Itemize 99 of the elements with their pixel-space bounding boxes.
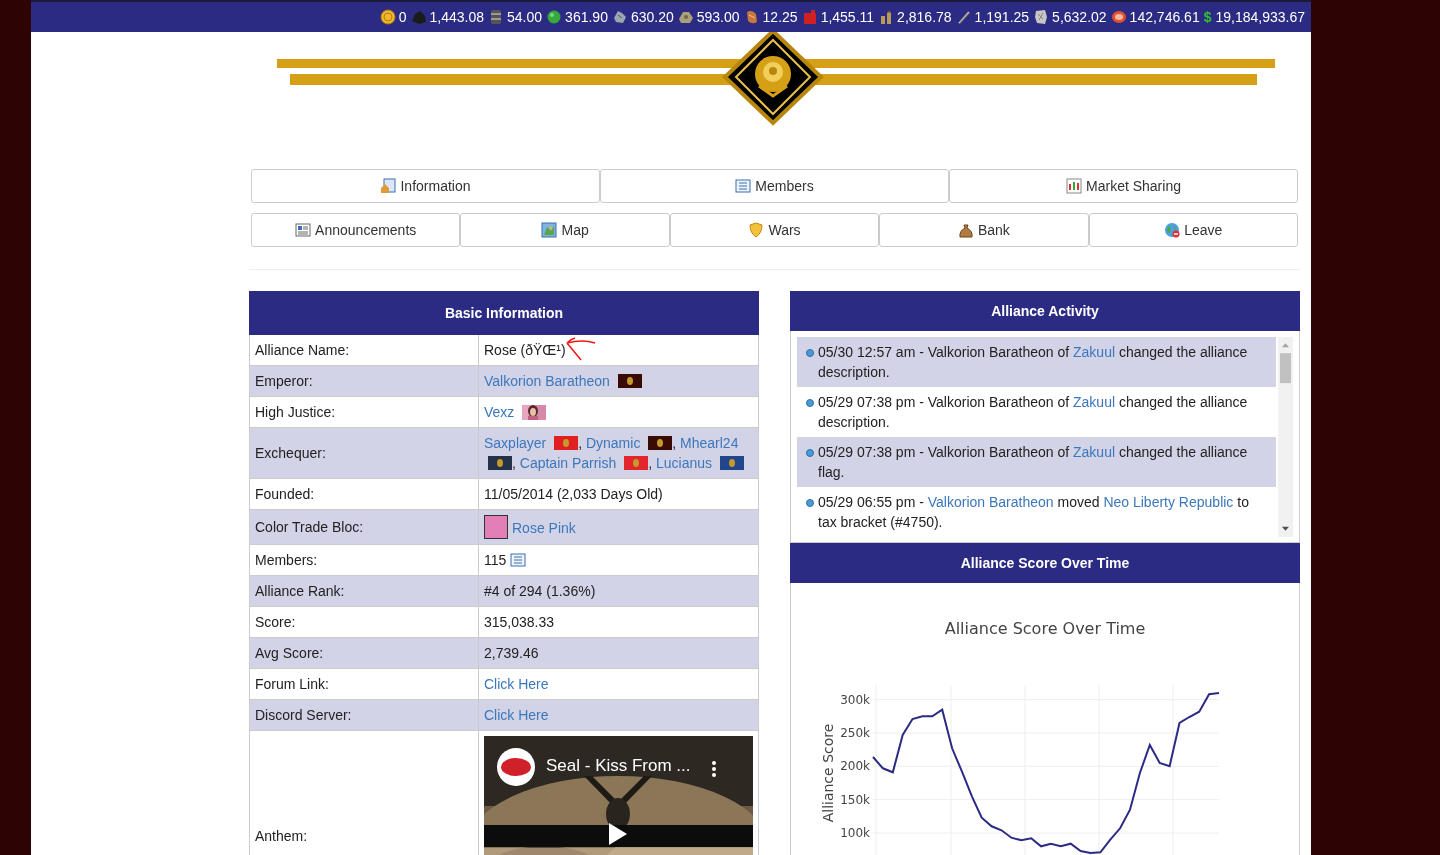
nav-button[interactable]: Information — [251, 169, 600, 203]
entity-link[interactable]: Zakuul — [1073, 394, 1116, 410]
bullet-icon — [806, 349, 814, 357]
entity-link[interactable]: Neo Liberty Republic — [1103, 494, 1234, 510]
activity-entry: 05/29 07:38 pm - Valkorion Baratheon of Zakuul changed the alliance description. — [818, 393, 1249, 432]
field-value: Rose (ðŸŒ¹) — [484, 342, 566, 358]
fuel-can-icon — [801, 9, 818, 25]
player-link[interactable]: Click Here — [484, 676, 549, 692]
field-label: Members: — [249, 544, 479, 576]
player-link[interactable]: Saxplayer — [484, 435, 547, 451]
field-value: 315,038.33 — [484, 614, 555, 630]
money-bag-icon — [957, 222, 974, 238]
ore-icon — [677, 9, 694, 25]
player-link[interactable]: Mhearl24 — [680, 435, 739, 451]
field-label: Founded: — [249, 478, 479, 510]
chart-icon — [1066, 178, 1083, 194]
rock-icon — [410, 9, 427, 25]
nav-button[interactable]: Market Sharing — [949, 169, 1298, 203]
bullet-icon — [806, 499, 814, 507]
list-icon — [510, 552, 527, 568]
field-label: Avg Score: — [249, 637, 479, 669]
field-label: Discord Server: — [249, 699, 479, 731]
resource-amount: 593.00 — [696, 9, 740, 25]
field-label: Alliance Rank: — [249, 575, 479, 607]
ore-icon — [611, 9, 628, 25]
resource-amount: 2,816.78 — [897, 9, 952, 25]
field-label: Forum Link: — [249, 668, 479, 700]
resource-amount: 12.25 — [762, 9, 798, 25]
nav-button[interactable]: Leave — [1088, 213, 1299, 247]
beam-icon — [955, 9, 972, 25]
field-label: Exchequer: — [249, 427, 479, 479]
tick-label: 150k — [840, 792, 870, 807]
field-label: Alliance Name: — [249, 334, 479, 366]
resource-amount: 0 — [398, 9, 407, 25]
chart-title: Alliance Score Over Time — [944, 619, 1146, 638]
field-value: 2,739.46 — [484, 645, 539, 661]
currency-symbol: $ — [1203, 9, 1212, 25]
entity-link[interactable]: Zakuul — [1073, 344, 1116, 360]
tick-label: 100k — [840, 826, 870, 840]
list-icon — [735, 178, 752, 194]
resource-amount: 1,443.08 — [429, 9, 485, 25]
tick-label: 200k — [840, 759, 870, 774]
more-options-icon[interactable] — [711, 760, 717, 778]
resource-amount: 54.00 — [507, 9, 543, 25]
comma-text: , — [512, 455, 516, 471]
nav-button[interactable]: Bank — [879, 213, 1089, 247]
player-link[interactable]: Rose Pink — [512, 520, 576, 536]
document-icon — [295, 222, 312, 238]
field-value: 115 — [484, 552, 507, 568]
activity-entry: 05/29 06:55 pm - Valkorion Baratheon moved Neo Liberty Republic to tax bracket (#4750). — [818, 493, 1250, 532]
player-link[interactable]: Click Here — [484, 707, 549, 723]
field-label: Anthem: — [249, 730, 479, 855]
channel-logo-icon — [497, 748, 535, 786]
table-header: Basic Information — [249, 291, 759, 335]
nav-button[interactable]: Announcements — [251, 213, 461, 247]
comma-text: , — [672, 435, 677, 451]
resource-amount: 5,632.02 — [1052, 9, 1107, 25]
bullet-icon — [806, 449, 814, 457]
gem-icon — [546, 9, 563, 25]
player-link[interactable]: Vexz — [484, 404, 515, 420]
coin-icon — [379, 9, 396, 25]
activity-entry: 05/29 07:38 pm - Valkorion Baratheon of Zakuul changed the alliance flag. — [818, 443, 1249, 482]
bullet-icon — [806, 399, 814, 407]
comma-text: , — [578, 435, 583, 451]
field-label: Score: — [249, 606, 479, 638]
field-label: Color Trade Bloc: — [249, 509, 479, 545]
shield-icon — [748, 222, 765, 238]
tick-label: 300k — [840, 692, 870, 707]
resource-amount: 1,455.11 — [820, 9, 875, 25]
resource-amount: 361.90 — [565, 9, 608, 25]
field-label: Emperor: — [249, 365, 479, 397]
field-value: 11/05/2014 (2,033 Days Old) — [484, 486, 663, 502]
entity-link[interactable]: Valkorion Baratheon — [927, 494, 1054, 510]
resource-amount: 1,191.25 — [974, 9, 1030, 25]
field-label: High Justice: — [249, 396, 479, 428]
nav-button[interactable]: Map — [460, 213, 670, 247]
activity-entry: 05/30 12:57 am - Valkorion Baratheon of Zakuul changed the alliance description. — [818, 343, 1249, 382]
axis-title: Alliance Score — [820, 723, 836, 823]
nav-button[interactable]: Wars — [669, 213, 880, 247]
entity-link[interactable]: Zakuul — [1073, 444, 1116, 460]
video-title[interactable]: Seal - Kiss From ... — [546, 756, 691, 776]
player-link[interactable]: Dynamic — [585, 435, 641, 451]
field-value: #4 of 294 (1.36%) — [484, 583, 596, 599]
map-icon — [541, 222, 558, 238]
panel-header: Alliance Score Over Time — [790, 543, 1300, 583]
play-icon[interactable] — [608, 822, 628, 846]
resource-amount: 630.20 — [630, 9, 674, 25]
player-link[interactable]: Captain Parrish — [519, 455, 617, 471]
scrap-icon — [1033, 9, 1050, 25]
resource-amount: 142,746.61 — [1129, 9, 1200, 25]
resource-amount: 19,184,933.67 — [1215, 9, 1305, 25]
player-link[interactable]: Lucianus — [655, 455, 712, 471]
panel-header: Alliance Activity — [790, 291, 1300, 331]
globe-icon — [1164, 222, 1181, 238]
nav-button[interactable]: Members — [600, 169, 949, 203]
comma-text: , — [648, 455, 653, 471]
house-icon — [380, 178, 397, 194]
tick-label: 250k — [840, 726, 870, 740]
meat-icon — [1110, 9, 1127, 25]
